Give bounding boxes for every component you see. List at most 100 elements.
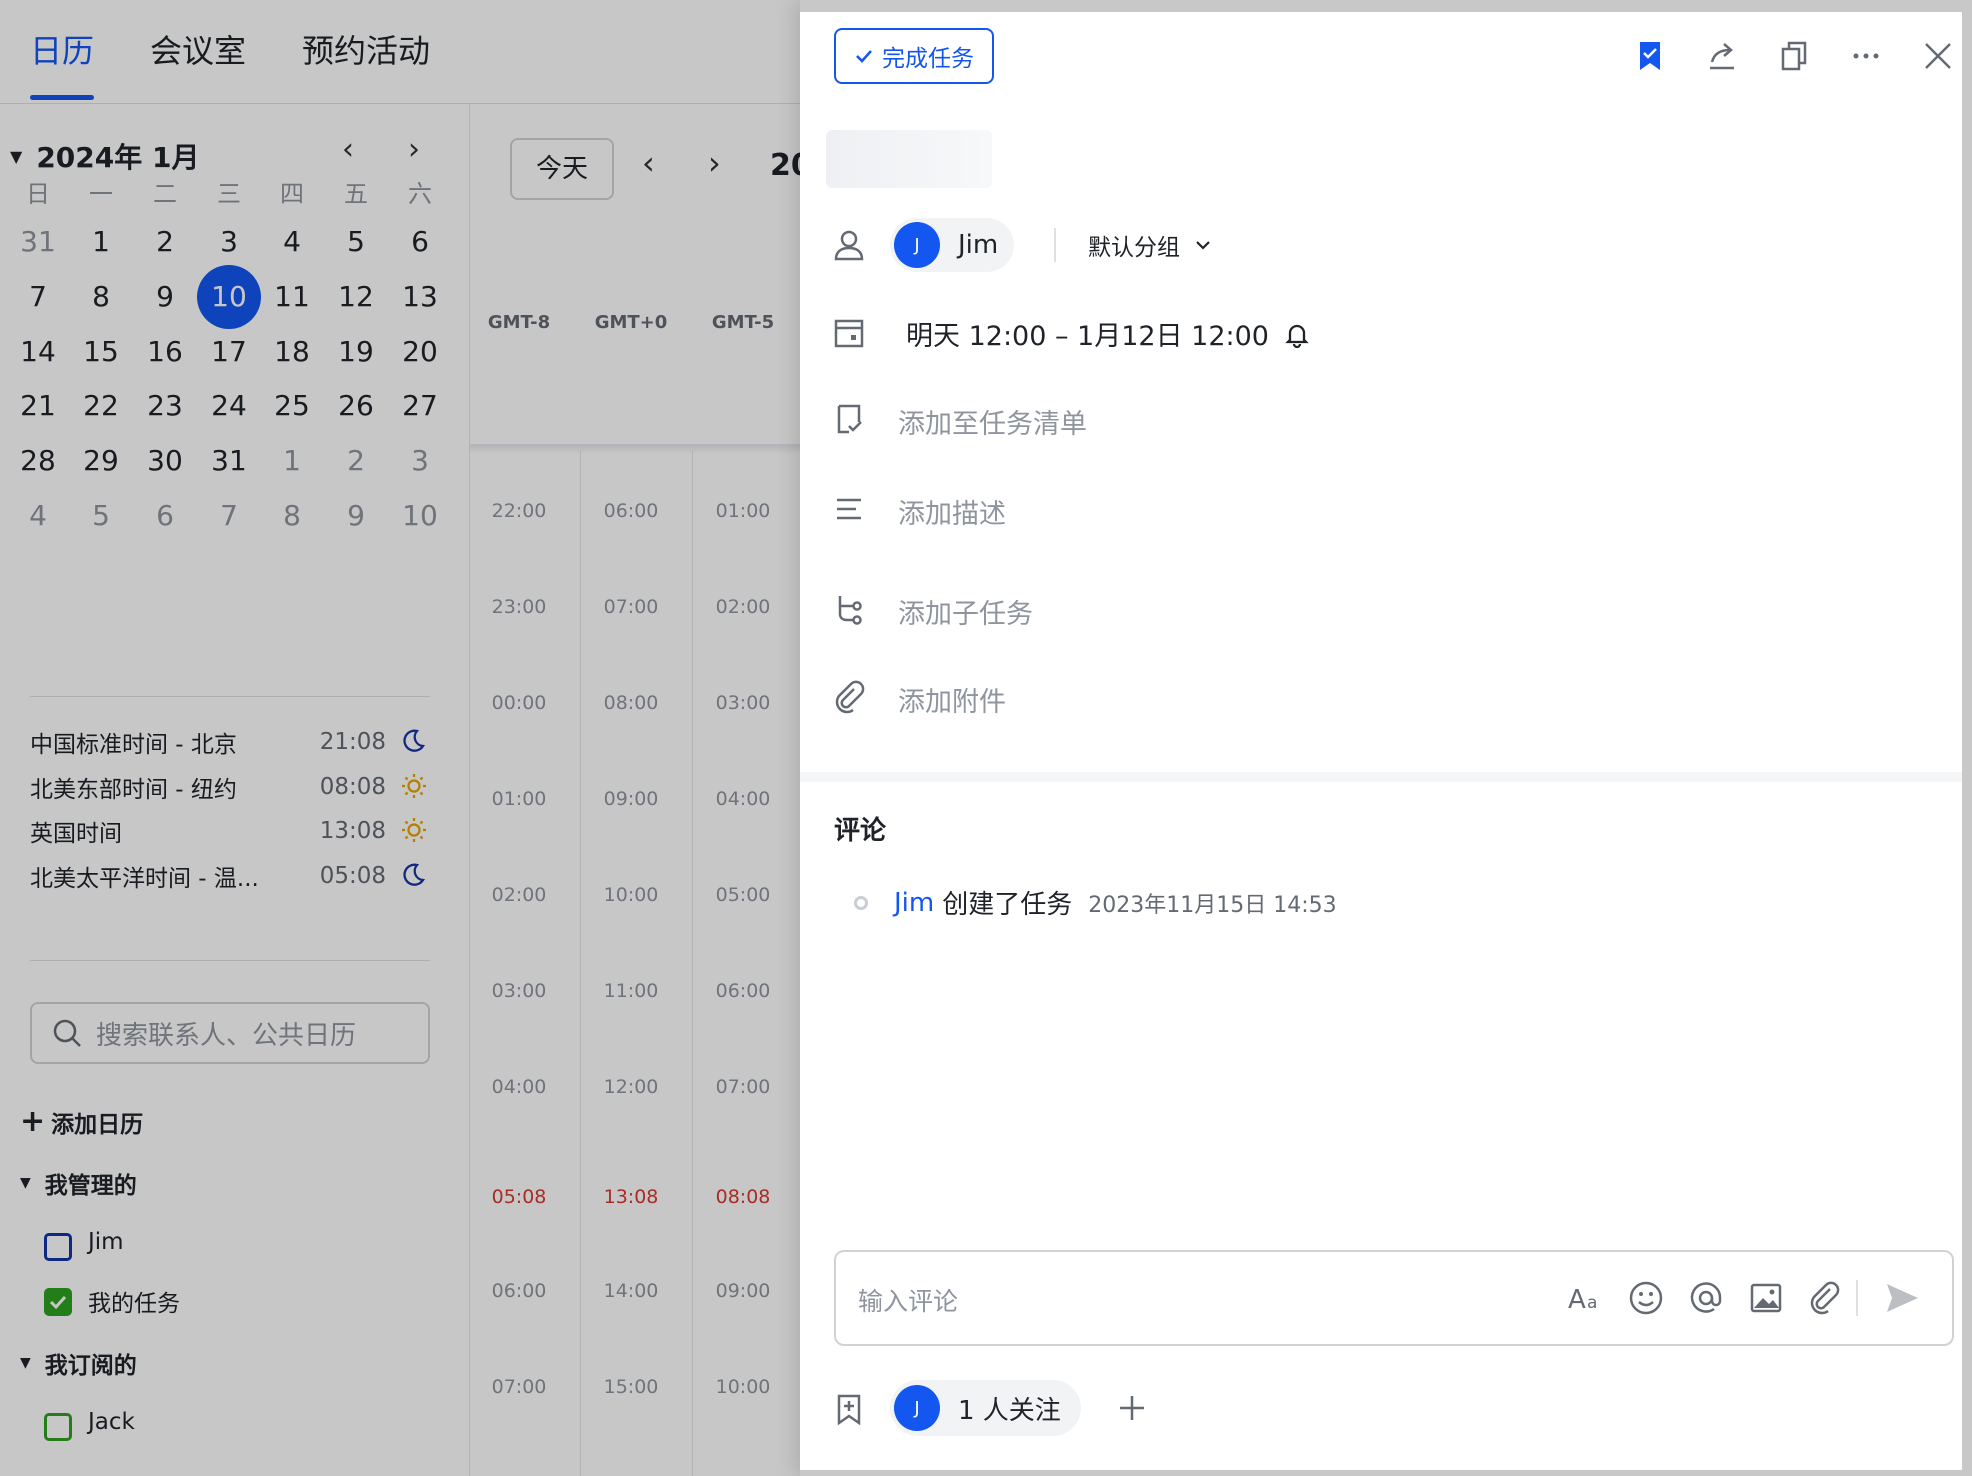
activity-time: 2023年11月15日 14:53 xyxy=(1088,892,1337,918)
hour-label: 02:00 xyxy=(715,596,771,618)
search-placeholder: 搜索联系人、公共日历 xyxy=(96,1020,357,1051)
next-period-icon[interactable]: › xyxy=(708,144,721,182)
timezone-name: 北美太平洋时间 - 温... xyxy=(30,866,259,893)
calendar-day[interactable]: 10 xyxy=(388,484,452,548)
current-time-label: 13:08 xyxy=(603,1186,659,1208)
prev-month-icon[interactable]: ‹ xyxy=(342,132,354,167)
hour-label: 10:00 xyxy=(603,884,659,906)
hour-label: 04:00 xyxy=(715,788,771,810)
timezone-row[interactable]: 北美东部时间 - 纽约 08:08 xyxy=(30,767,430,807)
next-month-icon[interactable]: › xyxy=(408,132,420,167)
add-attachment[interactable]: 添加附件 xyxy=(898,680,1006,719)
calendar-day[interactable]: 6 xyxy=(133,484,197,548)
collapse-triangle-icon: ▼ xyxy=(10,146,23,166)
hour-label: 15:00 xyxy=(603,1376,659,1398)
tab-calendar[interactable]: 日历 xyxy=(30,26,94,72)
bell-icon[interactable] xyxy=(1283,320,1311,348)
tab-meeting-rooms[interactable]: 会议室 xyxy=(150,26,246,72)
timezone-name: 北美东部时间 - 纽约 xyxy=(30,776,237,803)
calendar-label[interactable]: 我的任务 xyxy=(88,1284,180,1318)
add-to-task-list[interactable]: 添加至任务清单 xyxy=(898,402,1087,441)
moon-icon xyxy=(400,861,430,891)
task-title-field[interactable] xyxy=(826,130,992,188)
emoji-icon[interactable] xyxy=(1626,1278,1666,1318)
add-calendar-button[interactable]: + 添加日历 xyxy=(20,1104,143,1139)
comments-title: 评论 xyxy=(834,816,887,846)
hour-label: 06:00 xyxy=(491,1280,547,1302)
managed-group-header[interactable]: ▼ 我管理的 xyxy=(20,1166,137,1200)
mini-calendar-header[interactable]: ▼ 2024年 1月 xyxy=(10,136,199,176)
send-icon[interactable] xyxy=(1882,1278,1922,1318)
contact-search-input[interactable]: 搜索联系人、公共日历 xyxy=(30,1002,430,1064)
activity-user[interactable]: Jim xyxy=(894,888,934,918)
weekday-label: 四 xyxy=(280,180,304,208)
svg-text:a: a xyxy=(1587,1293,1597,1313)
person-icon xyxy=(834,230,864,261)
calendar-icon xyxy=(834,319,864,348)
timezone-header: GMT-5 xyxy=(711,312,775,333)
panel-frame xyxy=(1962,0,1972,1476)
add-subtask[interactable]: 添加子任务 xyxy=(898,592,1033,631)
calendar-label[interactable]: Jim xyxy=(88,1229,124,1255)
divider xyxy=(1054,228,1056,262)
calendar-day[interactable]: 8 xyxy=(260,484,324,548)
close-icon[interactable] xyxy=(1920,38,1956,74)
hour-label: 04:00 xyxy=(491,1076,547,1098)
timezone-name: 中国标准时间 - 北京 xyxy=(30,732,237,758)
divider xyxy=(1856,1280,1858,1316)
share-icon[interactable] xyxy=(1704,38,1740,74)
today-button[interactable]: 今天 xyxy=(510,138,614,200)
calendar-checkbox[interactable] xyxy=(44,1288,72,1316)
task-detail-panel: 完成任务 J Jim 默认分组 明天 12:00 – 1月12日 12:00 添… xyxy=(800,0,1972,1476)
sun-icon xyxy=(400,772,430,802)
assignee-chip[interactable]: J Jim xyxy=(890,218,1015,272)
add-calendar-label: 添加日历 xyxy=(51,1111,144,1138)
complete-task-button[interactable]: 完成任务 xyxy=(834,28,994,84)
subscribed-group-header[interactable]: ▼ 我订阅的 xyxy=(20,1346,137,1380)
hour-label: 07:00 xyxy=(603,596,659,618)
calendar-label[interactable]: Jack xyxy=(88,1409,135,1435)
timezone-row[interactable]: 中国标准时间 - 北京 21:08 xyxy=(30,722,430,762)
calendar-grid: 今天 ‹ › 20 GMT-8 GMT+0 GMT-5 22:00 06:00 01:00… xyxy=(470,104,800,1476)
due-date-field[interactable]: 明天 12:00 – 1月12日 12:00 xyxy=(906,314,1311,353)
calendar-day[interactable]: 9 xyxy=(324,484,388,548)
calendar-checkbox[interactable] xyxy=(44,1233,72,1261)
hour-label: 23:00 xyxy=(491,596,547,618)
calendar-day[interactable]: 7 xyxy=(197,484,261,548)
text-format-icon[interactable]: Aa xyxy=(1566,1278,1606,1318)
comment-input[interactable]: 输入评论 Aa xyxy=(834,1250,1954,1346)
calendar-checkbox[interactable] xyxy=(44,1413,72,1441)
add-description[interactable]: 添加描述 xyxy=(898,492,1006,531)
calendar-day[interactable]: 4 xyxy=(6,484,70,548)
calendar-day[interactable]: 5 xyxy=(69,484,133,548)
hour-label: 00:00 xyxy=(491,692,547,714)
timezone-row[interactable]: 英国时间 13:08 xyxy=(30,811,430,851)
prev-period-icon[interactable]: ‹ xyxy=(642,144,655,182)
hour-label: 03:00 xyxy=(715,692,771,714)
hour-label: 01:00 xyxy=(715,500,771,522)
hour-label: 05:00 xyxy=(715,884,771,906)
active-tab-indicator xyxy=(30,95,94,100)
activity-action: 创建了任务 xyxy=(942,890,1073,920)
group-select[interactable]: 默认分组 xyxy=(1088,228,1212,262)
more-icon[interactable] xyxy=(1848,38,1884,74)
timezone-time: 08:08 xyxy=(319,773,386,800)
hour-label: 22:00 xyxy=(491,500,547,522)
timezone-row[interactable]: 北美太平洋时间 - 温... 05:08 xyxy=(30,856,430,896)
sidebar: ▼ 2024年 1月 ‹ › 日一二三四五六 31 1 2 3 4 5 6 7 8 9 10 11 12 1… xyxy=(0,104,470,1476)
add-follower-icon[interactable] xyxy=(1112,1388,1152,1428)
tab-booking[interactable]: 预约活动 xyxy=(302,26,430,72)
month-label: 2024年 1月 xyxy=(36,141,200,174)
due-date-text: 明天 12:00 – 1月12日 12:00 xyxy=(906,321,1269,352)
follow-icon[interactable] xyxy=(832,1392,866,1426)
image-icon[interactable] xyxy=(1746,1278,1786,1318)
mention-icon[interactable] xyxy=(1686,1278,1726,1318)
sun-icon xyxy=(400,816,430,846)
followers-chip[interactable]: J 1 人关注 xyxy=(890,1380,1081,1436)
bookmark-check-icon[interactable] xyxy=(1632,38,1668,74)
copy-icon[interactable] xyxy=(1776,38,1812,74)
period-label: 20 xyxy=(770,148,800,183)
timezone-time: 05:08 xyxy=(319,863,386,890)
attachment-icon[interactable] xyxy=(1804,1278,1844,1318)
hour-label: 12:00 xyxy=(603,1076,659,1098)
